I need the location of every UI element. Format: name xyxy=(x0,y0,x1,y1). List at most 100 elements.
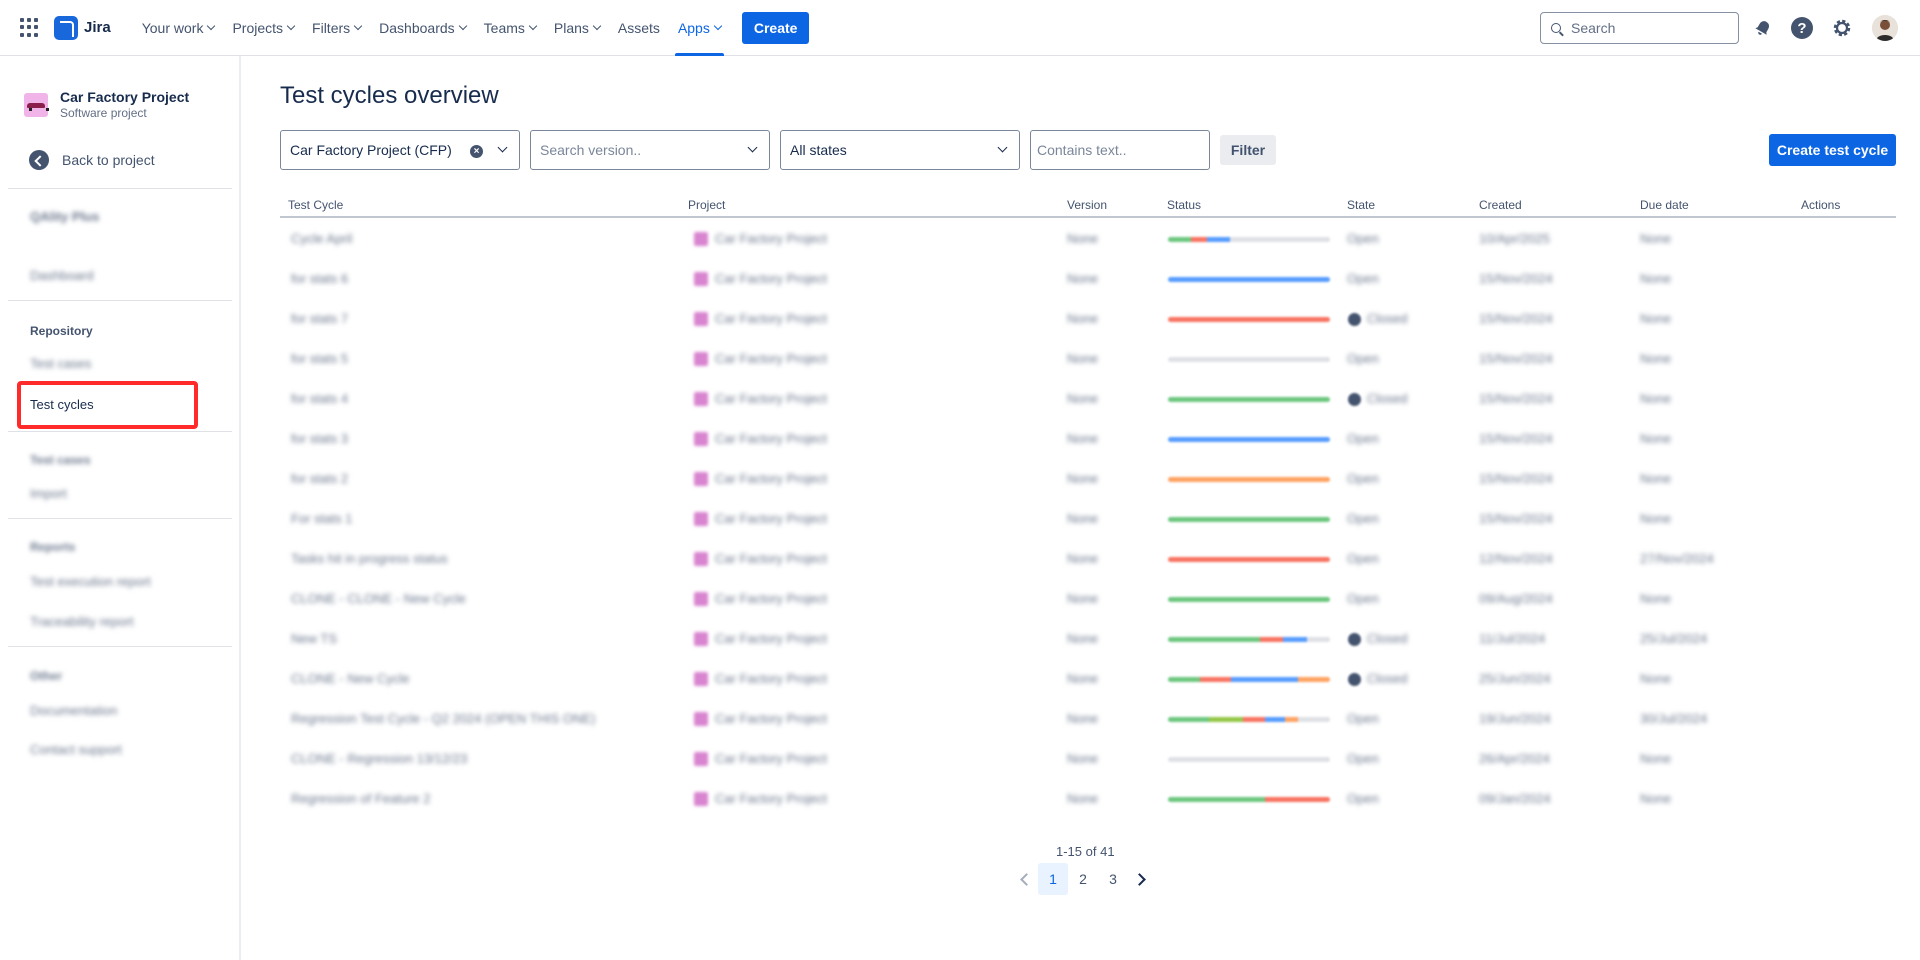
search-input[interactable] xyxy=(1571,20,1721,36)
sidebar-item-import[interactable]: Import xyxy=(30,486,67,501)
due-date-cell: None xyxy=(1640,671,1672,686)
created-cell: 15/Nov/2024 xyxy=(1479,431,1553,446)
table-row[interactable]: CLONE - CLONE - New Cycle Car Factory Pro… xyxy=(280,579,1896,619)
project-car-icon xyxy=(694,232,708,246)
cycle-name-link[interactable]: for stats 4 xyxy=(291,391,348,406)
project-cell: Car Factory Project xyxy=(715,511,827,526)
page-2-button[interactable]: 2 xyxy=(1068,863,1098,895)
app-switcher-icon[interactable] xyxy=(20,17,40,38)
sidebar-item-dashboard[interactable]: Dashboard xyxy=(30,268,94,283)
notifications-icon[interactable] xyxy=(1752,17,1774,39)
table-row[interactable]: Cycle April Car Factory Project None Open 10… xyxy=(280,219,1896,259)
cycle-name-link[interactable]: For stats 1 xyxy=(291,511,352,526)
table-row[interactable]: New TS Car Factory Project None Closed 11/Ju… xyxy=(280,619,1896,659)
pagination: 1 2 3 xyxy=(1012,863,1154,895)
sidebar-item-documentation[interactable]: Documentation xyxy=(30,703,117,718)
sidebar-item-traceability-report[interactable]: Traceability report xyxy=(30,614,134,629)
column-header-version[interactable]: Version xyxy=(1067,198,1107,212)
cycle-name-link[interactable]: CLONE - CLONE - New Cycle xyxy=(291,591,466,606)
back-to-project-link[interactable]: Back to project xyxy=(29,150,155,170)
created-cell: 09/Jan/2024 xyxy=(1479,791,1551,806)
nav-dashboards[interactable]: Dashboards xyxy=(370,0,475,56)
table-row[interactable]: for stats 2 Car Factory Project None Open 15… xyxy=(280,459,1896,499)
jira-logo[interactable]: Jira xyxy=(54,15,111,40)
cycle-name-link[interactable]: for stats 7 xyxy=(291,311,348,326)
chevron-right-icon[interactable] xyxy=(1128,863,1154,895)
table-row[interactable]: for stats 3 Car Factory Project None Open 15… xyxy=(280,419,1896,459)
create-button[interactable]: Create xyxy=(741,11,810,44)
user-avatar[interactable] xyxy=(1872,15,1898,41)
global-search[interactable] xyxy=(1540,12,1739,44)
due-date-cell: None xyxy=(1640,511,1672,526)
settings-gear-icon[interactable] xyxy=(1831,17,1853,39)
sidebar-item-test-cases[interactable]: Test cases xyxy=(30,356,91,371)
sidebar-item-test-execution-report[interactable]: Test execution report xyxy=(30,574,151,589)
help-icon[interactable]: ? xyxy=(1791,17,1813,39)
column-header-due-date[interactable]: Due date xyxy=(1640,198,1689,212)
cycle-name-link[interactable]: CLONE - Regression 13/12/23 xyxy=(291,751,467,766)
status-progress-bar xyxy=(1168,597,1330,602)
state-filter-select[interactable]: All states xyxy=(780,130,1020,170)
table-row[interactable]: Regression Test Cycle - Q2 2024 (OPEN TH… xyxy=(280,699,1896,739)
nav-filters[interactable]: Filters xyxy=(303,0,370,56)
project-cell: Car Factory Project xyxy=(715,591,827,606)
cycle-name-link[interactable]: Regression of Feature 2 xyxy=(291,791,430,806)
cycle-name-link[interactable]: for stats 6 xyxy=(291,271,348,286)
cycle-name-link[interactable]: New TS xyxy=(291,631,337,646)
project-cell: Car Factory Project xyxy=(715,711,827,726)
cycle-name-link[interactable]: Regression Test Cycle - Q2 2024 (OPEN TH… xyxy=(291,711,595,726)
nav-your-work[interactable]: Your work xyxy=(133,0,224,56)
table-row[interactable]: For stats 1 Car Factory Project None Open 15… xyxy=(280,499,1896,539)
filter-button[interactable]: Filter xyxy=(1220,135,1276,165)
cycle-name-link[interactable]: for stats 2 xyxy=(291,471,348,486)
cycle-name-link[interactable]: CLONE - New Cycle xyxy=(291,671,409,686)
table-row[interactable]: Regression of Feature 2 Car Factory Proje… xyxy=(280,779,1896,819)
nav-projects[interactable]: Projects xyxy=(223,0,303,56)
nav-apps[interactable]: Apps xyxy=(669,0,730,56)
table-row[interactable]: CLONE - Regression 13/12/23 Car Factory P… xyxy=(280,739,1896,779)
nav-plans[interactable]: Plans xyxy=(545,0,609,56)
table-row[interactable]: for stats 4 Car Factory Project None Closed… xyxy=(280,379,1896,419)
sidebar-item-contact-support[interactable]: Contact support xyxy=(30,742,122,757)
project-car-icon xyxy=(694,792,708,806)
column-header-state[interactable]: State xyxy=(1347,198,1375,212)
cycle-name-link[interactable]: for stats 3 xyxy=(291,431,348,446)
page-3-button[interactable]: 3 xyxy=(1098,863,1128,895)
project-car-icon xyxy=(694,672,708,686)
created-cell: 26/Apr/2024 xyxy=(1479,751,1550,766)
create-test-cycle-button[interactable]: Create test cycle xyxy=(1769,134,1896,166)
nav-teams[interactable]: Teams xyxy=(475,0,545,56)
column-header-created[interactable]: Created xyxy=(1479,198,1522,212)
contains-text-input[interactable] xyxy=(1030,130,1210,170)
project-filter-value: Car Factory Project (CFP) xyxy=(290,142,452,158)
column-header-project[interactable]: Project xyxy=(688,198,725,212)
nav-plans-label: Plans xyxy=(553,19,589,36)
cycle-name-link[interactable]: Tasks hit in progress status xyxy=(291,551,448,566)
project-header[interactable]: Car Factory Project Software project xyxy=(24,89,189,121)
version-filter-select[interactable]: Search version.. xyxy=(530,130,770,170)
cycle-name-link[interactable]: Cycle April xyxy=(291,231,352,246)
status-progress-bar xyxy=(1168,757,1330,762)
table-row[interactable]: CLONE - New Cycle Car Factory Project None… xyxy=(280,659,1896,699)
status-progress-bar xyxy=(1168,477,1330,482)
status-progress-bar xyxy=(1168,357,1330,362)
table-row[interactable]: for stats 5 Car Factory Project None Open 15… xyxy=(280,339,1896,379)
project-car-icon xyxy=(694,712,708,726)
status-segment xyxy=(1307,637,1330,642)
cycle-name-link[interactable]: for stats 5 xyxy=(291,351,348,366)
table-row[interactable]: for stats 7 Car Factory Project None Closed… xyxy=(280,299,1896,339)
chevron-left-icon[interactable] xyxy=(1012,863,1038,895)
column-header-status[interactable]: Status xyxy=(1167,198,1201,212)
status-segment xyxy=(1168,277,1330,282)
table-row[interactable]: for stats 6 Car Factory Project None Open 15… xyxy=(280,259,1896,299)
table-row[interactable]: Tasks hit in progress status Car Factory … xyxy=(280,539,1896,579)
clear-icon[interactable]: × xyxy=(470,145,483,158)
page-1-button[interactable]: 1 xyxy=(1038,863,1068,895)
column-header-test-cycle[interactable]: Test Cycle xyxy=(288,198,343,212)
nav-assets[interactable]: Assets xyxy=(609,0,669,56)
status-segment xyxy=(1168,717,1209,722)
created-cell: 12/Nov/2024 xyxy=(1479,551,1553,566)
status-segment xyxy=(1168,797,1266,802)
project-sidebar: Car Factory Project Software project Bac… xyxy=(0,56,241,960)
project-filter-select[interactable]: Car Factory Project (CFP) × xyxy=(280,130,520,170)
